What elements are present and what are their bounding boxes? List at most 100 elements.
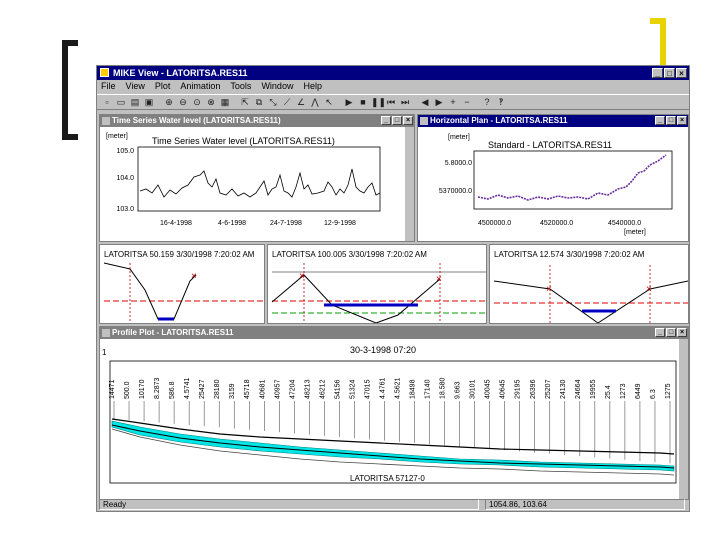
- chainage-label: 14471: [109, 379, 116, 399]
- minimize-button[interactable]: _: [652, 68, 663, 78]
- y-tick-label: 105.0: [116, 148, 134, 155]
- profile-plot[interactable]: 1 30-3-1998 07:20 14471 500.0 10170 8.2873 5…: [100, 339, 688, 499]
- line-icon[interactable]: ⟋: [281, 96, 293, 108]
- timeseries-plot-title: Time Series Water level (LATORITSA.RES11…: [152, 136, 335, 146]
- vertical-scrollbar[interactable]: [405, 127, 414, 241]
- x-tick-label: 4520000.0: [540, 220, 573, 227]
- menu-help[interactable]: Help: [303, 80, 322, 93]
- timeseries-plot[interactable]: [meter] Time Series Water level (LATORIT…: [100, 127, 414, 241]
- chainage-label: 54156: [334, 379, 341, 399]
- pause-icon[interactable]: ❚❚: [371, 96, 386, 108]
- timeseries-window[interactable]: Time Series Water level (LATORITSA.RES11…: [99, 114, 415, 242]
- select-icon[interactable]: ⇱: [239, 96, 251, 108]
- cross-section-profile: [493, 280, 688, 323]
- app-titlebar: MIKE View - LATORITSA.RES11 _ □ ×: [97, 66, 689, 80]
- menu-view[interactable]: View: [126, 80, 145, 93]
- minimize-button[interactable]: _: [655, 116, 665, 125]
- chainage-label: 18498: [410, 379, 417, 399]
- app-title: MIKE View - LATORITSA.RES11: [113, 68, 248, 78]
- chart-icon[interactable]: ⋀: [309, 96, 321, 108]
- x-unit: [meter]: [624, 229, 646, 236]
- x-tick-label: 24-7-1998: [270, 220, 302, 227]
- help-icon[interactable]: ?: [481, 96, 493, 108]
- minimize-button[interactable]: _: [655, 328, 665, 337]
- menu-file[interactable]: File: [101, 80, 116, 93]
- stop-icon[interactable]: ■: [357, 96, 369, 108]
- step-forward-icon[interactable]: ▶: [433, 96, 445, 108]
- chainage-label: 30101: [470, 379, 477, 399]
- remove-icon[interactable]: −: [461, 96, 473, 108]
- minimize-button[interactable]: _: [381, 116, 391, 125]
- chainage-label: 45718: [244, 379, 251, 399]
- x-tick-label: 4540000.0: [608, 220, 641, 227]
- chainage-label: 1273: [620, 383, 627, 399]
- fast-forward-icon[interactable]: ⏭: [399, 96, 411, 108]
- close-button[interactable]: ×: [676, 68, 687, 78]
- chainage-label: 4.5621: [395, 377, 402, 399]
- new-icon[interactable]: ▫: [101, 96, 113, 108]
- maximize-button[interactable]: □: [666, 328, 676, 337]
- water-body: [111, 420, 675, 472]
- marker-x-icon: ×: [646, 284, 652, 295]
- menu-tools[interactable]: Tools: [230, 80, 251, 93]
- cross-section-label: LATORITSA 12.574 3/30/1998 7:20:02 AM: [494, 250, 645, 259]
- chainage-label: 40957: [274, 379, 281, 399]
- profile-plot-title: 30-3-1998 07:20: [350, 345, 416, 355]
- chainage-label: 3159: [229, 383, 236, 399]
- profile-window-title: Profile Plot - LATORITSA.RES11: [112, 328, 234, 337]
- y-tick-label: 103.0: [116, 206, 134, 213]
- chainage-label: 4.4761: [379, 377, 386, 399]
- menu-window[interactable]: Window: [261, 80, 293, 93]
- cross-section-plot-3[interactable]: LATORITSA 12.574 3/30/1998 7:20:02 AM × …: [490, 245, 688, 323]
- print-icon[interactable]: ▤: [129, 96, 141, 108]
- window-icon: [102, 117, 110, 125]
- vertical-scrollbar[interactable]: [679, 339, 688, 499]
- cursor-coordinates: 1054.86, 103.64: [485, 499, 685, 510]
- chainage-label: 47015: [364, 379, 371, 399]
- close-button[interactable]: ×: [677, 116, 687, 125]
- close-button[interactable]: ×: [677, 328, 687, 337]
- measure-icon[interactable]: ∠: [295, 96, 307, 108]
- marker-x-icon: ×: [546, 284, 552, 295]
- x-tick-label: 12-9-1998: [324, 220, 356, 227]
- grid-icon[interactable]: ▦: [219, 96, 231, 108]
- cross-section-window-3[interactable]: LATORITSA 12.574 3/30/1998 7:20:02 AM × …: [489, 244, 689, 324]
- open-icon[interactable]: ▭: [115, 96, 127, 108]
- chainage-label: 6449: [635, 383, 642, 399]
- chainage-label: 28180: [214, 379, 221, 399]
- chainage-label: 40645: [500, 379, 507, 399]
- horizontal-plan-window-title: Horizontal Plan - LATORITSA.RES11: [430, 116, 568, 125]
- maximize-button[interactable]: □: [666, 116, 676, 125]
- zoom-in-icon[interactable]: ⊕: [163, 96, 175, 108]
- cross-section-window-1[interactable]: LATORITSA 50.159 3/30/1998 7:20:02 AM ×: [99, 244, 265, 324]
- cross-section-window-2[interactable]: LATORITSA 100.005 3/30/1998 7:20:02 AM ×…: [267, 244, 487, 324]
- marker-x-icon: ×: [191, 271, 197, 282]
- horizontal-plan-plot[interactable]: [meter] Standard - LATORITSA.RES11 5.800…: [418, 127, 688, 241]
- menu-bar: File View Plot Animation Tools Window He…: [97, 80, 689, 93]
- menu-plot[interactable]: Plot: [155, 80, 171, 93]
- play-icon[interactable]: ▶: [343, 96, 355, 108]
- menu-animation[interactable]: Animation: [180, 80, 220, 93]
- zoom-fit-icon[interactable]: ⊙: [191, 96, 203, 108]
- cross-section-plot-1[interactable]: LATORITSA 50.159 3/30/1998 7:20:02 AM ×: [100, 245, 264, 323]
- rewind-icon[interactable]: ⏮: [385, 96, 397, 108]
- add-icon[interactable]: +: [447, 96, 459, 108]
- cross-section-plot-2[interactable]: LATORITSA 100.005 3/30/1998 7:20:02 AM ×…: [268, 245, 486, 323]
- chainage-label: 29195: [515, 379, 522, 399]
- maximize-button[interactable]: □: [664, 68, 675, 78]
- maximize-button[interactable]: □: [392, 116, 402, 125]
- scale-icon[interactable]: ⤡: [267, 96, 279, 108]
- close-button[interactable]: ×: [403, 116, 413, 125]
- zoom-out-icon[interactable]: ⊖: [177, 96, 189, 108]
- context-help-icon[interactable]: ‽: [495, 96, 507, 108]
- river-label: LATORITSA 57127-0: [350, 474, 425, 483]
- cursor-icon[interactable]: ↖: [323, 96, 335, 108]
- copy-icon[interactable]: ⧉: [253, 96, 265, 108]
- step-back-icon[interactable]: ◀: [419, 96, 431, 108]
- cross-section-label: LATORITSA 100.005 3/30/1998 7:20:02 AM: [272, 250, 427, 259]
- folder-icon[interactable]: ▣: [143, 96, 155, 108]
- profile-plot-window[interactable]: Profile Plot - LATORITSA.RES11 _ □ × 1 3…: [99, 326, 689, 500]
- horizontal-plan-window[interactable]: Horizontal Plan - LATORITSA.RES11 _ □ × …: [417, 114, 689, 242]
- zoom-window-icon[interactable]: ⊗: [205, 96, 217, 108]
- chainage-label: 19955: [590, 379, 597, 399]
